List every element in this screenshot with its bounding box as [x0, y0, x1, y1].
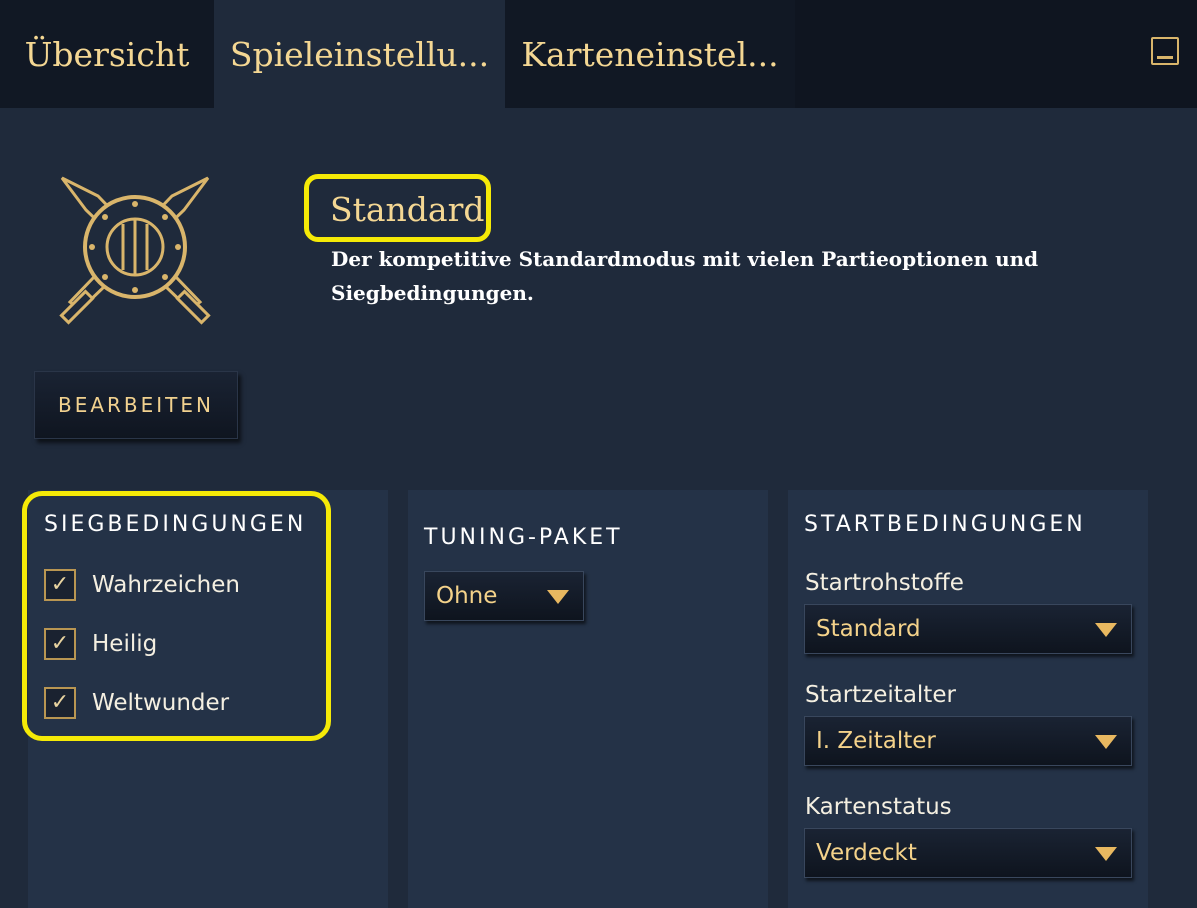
- chevron-down-icon: [1095, 847, 1117, 861]
- tab-game-settings[interactable]: Spieleinstellu...: [214, 0, 505, 108]
- chevron-down-icon: [1095, 623, 1117, 637]
- tab-bar: Übersicht Spieleinstellu... Karteneinste…: [0, 0, 1197, 108]
- age-label: Startzeitalter: [805, 682, 956, 708]
- map-status-value: Verdeckt: [816, 840, 917, 866]
- tuning-dropdown[interactable]: Ohne: [424, 571, 584, 621]
- edit-button[interactable]: BEARBEITEN: [34, 371, 238, 439]
- mode-description: Der kompetitive Standardmodus mit vielen…: [331, 247, 1039, 305]
- start-title: STARTBEDINGUNGEN: [804, 512, 1086, 537]
- highlight-victory: [22, 491, 331, 741]
- tuning-panel: [408, 490, 768, 908]
- tab-overview[interactable]: Übersicht: [0, 0, 214, 108]
- resources-label: Startrohstoffe: [805, 570, 964, 596]
- tuning-value: Ohne: [436, 583, 498, 609]
- tuning-title: TUNING-PAKET: [424, 525, 623, 550]
- resources-value: Standard: [816, 616, 921, 642]
- resources-dropdown[interactable]: Standard: [804, 604, 1132, 654]
- age-dropdown[interactable]: I. Zeitalter: [804, 716, 1132, 766]
- map-status-label: Kartenstatus: [805, 794, 952, 820]
- highlight-mode-title: [304, 174, 491, 242]
- age-value: I. Zeitalter: [816, 728, 936, 754]
- tab-map-settings[interactable]: Karteneinstel...: [505, 0, 795, 108]
- chevron-down-icon: [547, 590, 569, 604]
- shield-swords-icon: [59, 176, 211, 325]
- minimize-icon[interactable]: [1151, 37, 1179, 65]
- map-status-dropdown[interactable]: Verdeckt: [804, 828, 1132, 878]
- chevron-down-icon: [1095, 735, 1117, 749]
